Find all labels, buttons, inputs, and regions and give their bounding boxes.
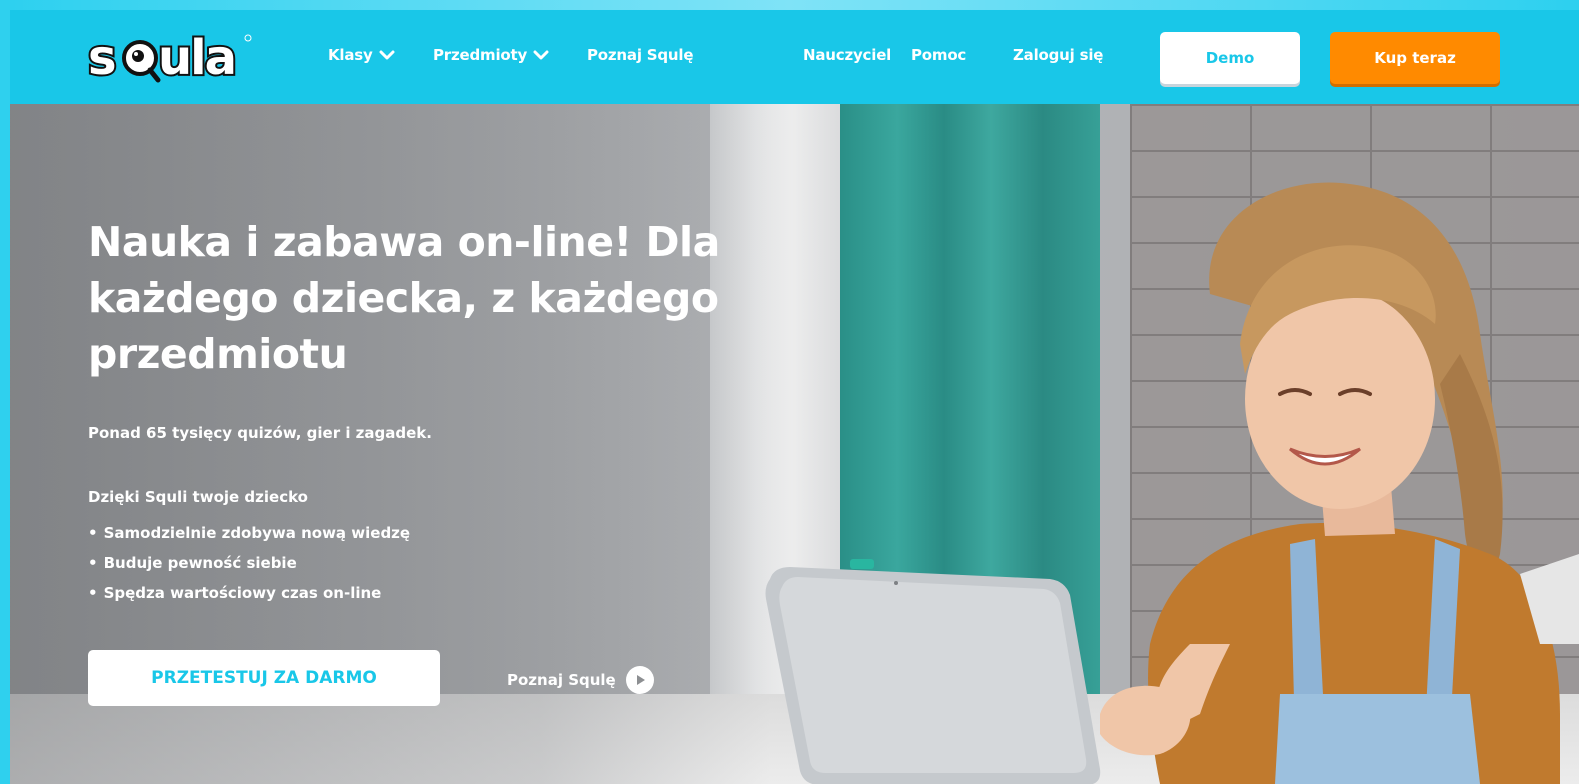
window-left-strip xyxy=(0,0,10,784)
nav-pomoc-label: Pomoc xyxy=(911,46,967,64)
page-frame: s ula Klasy Przedmioty Poznaj Squlę Nauc… xyxy=(10,10,1579,784)
buy-now-button[interactable]: Kup teraz xyxy=(1330,32,1500,84)
squla-logo-graphic: s ula xyxy=(88,28,252,88)
nav-zaloguj-label: Zaloguj się xyxy=(1013,46,1104,64)
nav-pomoc[interactable]: Pomoc xyxy=(911,46,966,64)
hero-headline-line: przedmiotu xyxy=(88,330,348,378)
bullet-dot-icon: • xyxy=(88,554,98,572)
hero-headline-line: każdego dziecka, z każdego xyxy=(88,274,719,322)
chevron-down-icon xyxy=(379,50,395,60)
benefit-item: • Buduje pewność siebie xyxy=(88,548,410,578)
try-free-button-label: PRZETESTUJ ZA DARMO xyxy=(151,668,377,688)
benefit-item: • Spędza wartościowy czas on-line xyxy=(88,578,410,608)
window-top-strip xyxy=(0,0,1579,10)
hero-section: Nauka i zabawa on-line! Dla każdego dzie… xyxy=(10,104,1579,784)
benefit-text: Buduje pewność siebie xyxy=(103,554,297,572)
bullet-dot-icon: • xyxy=(88,584,98,602)
nav-nauczyciel[interactable]: Nauczyciel xyxy=(803,46,891,64)
tablet-illustration xyxy=(765,559,1101,784)
benefit-text: Samodzielnie zdobywa nową wiedzę xyxy=(103,524,411,542)
watch-video-label: Poznaj Squlę xyxy=(507,671,616,689)
demo-button[interactable]: Demo xyxy=(1160,32,1300,84)
benefit-text: Spędza wartościowy czas on-line xyxy=(103,584,382,602)
hero-headline: Nauka i zabawa on-line! Dla każdego dzie… xyxy=(88,214,768,382)
nav-klasy[interactable]: Klasy xyxy=(328,46,395,64)
benefits-list: • Samodzielnie zdobywa nową wiedzę • Buduj… xyxy=(88,518,410,608)
nav-przedmioty[interactable]: Przedmioty xyxy=(433,46,549,64)
hero-intro: Dzięki Squli twoje dziecko xyxy=(88,488,308,506)
chevron-down-icon xyxy=(533,50,549,60)
hero-subline: Ponad 65 tysięcy quizów, gier i zagadek. xyxy=(88,424,432,442)
svg-text:ula: ula xyxy=(158,30,235,86)
nav-poznaj-squle-label: Poznaj Squlę xyxy=(587,46,694,64)
hero-headline-line: Nauka i zabawa on-line! Dla xyxy=(88,218,720,266)
play-icon xyxy=(625,666,654,694)
svg-text:s: s xyxy=(88,30,115,86)
nav-klasy-label: Klasy xyxy=(328,46,373,64)
bullet-dot-icon: • xyxy=(88,524,98,542)
nav-przedmioty-label: Przedmioty xyxy=(433,46,528,64)
demo-button-label: Demo xyxy=(1205,49,1255,67)
nav-poznaj-squle[interactable]: Poznaj Squlę xyxy=(587,46,694,64)
nav-nauczyciel-label: Nauczyciel xyxy=(803,46,892,64)
squla-eye-icon xyxy=(122,40,161,83)
squla-logo[interactable]: s ula xyxy=(88,24,268,88)
watch-video-button[interactable]: Poznaj Squlę xyxy=(507,666,654,694)
try-free-button[interactable]: PRZETESTUJ ZA DARMO xyxy=(88,650,440,706)
buy-now-button-label: Kup teraz xyxy=(1374,49,1456,67)
nav-zaloguj[interactable]: Zaloguj się xyxy=(1013,46,1103,64)
girl-photo-illustration xyxy=(1100,182,1579,784)
top-navigation: s ula Klasy Przedmioty Poznaj Squlę Nauc… xyxy=(10,10,1579,104)
benefit-item: • Samodzielnie zdobywa nową wiedzę xyxy=(88,518,410,548)
